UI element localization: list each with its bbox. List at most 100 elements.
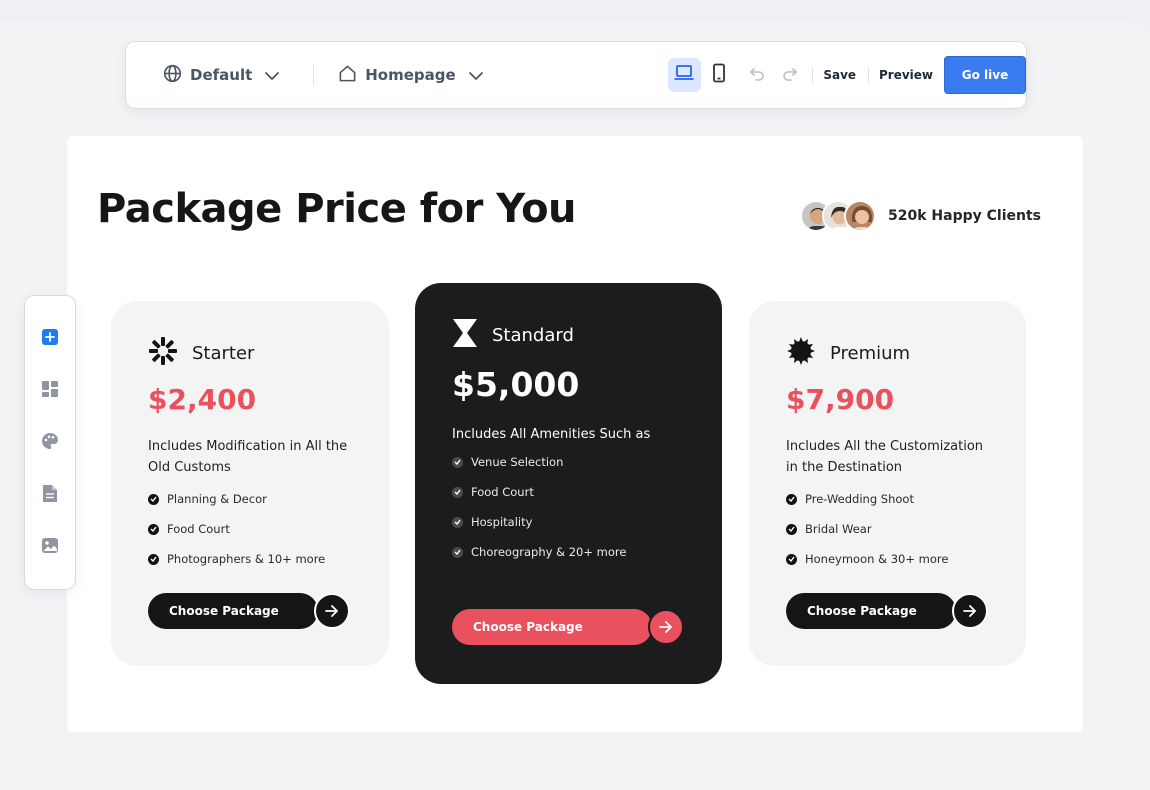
choose-package-button[interactable]: Choose Package	[786, 593, 988, 629]
clients-count-label: 520k Happy Clients	[888, 208, 1041, 224]
editor-toolbar: Default Homepage Save Preview Go live	[125, 41, 1027, 109]
list-item: Bridal Wear	[786, 514, 1026, 544]
image-icon	[41, 537, 59, 558]
card-price: $2,400	[148, 383, 257, 416]
chevron-down-icon	[264, 66, 280, 85]
check-icon	[786, 553, 797, 565]
feature-label: Food Court	[471, 485, 534, 499]
card-price: $7,900	[786, 383, 895, 416]
page-content: Package Price for You 520k Happy Clients…	[67, 136, 1083, 732]
add-block-icon	[41, 328, 59, 350]
hourglass-icon	[452, 318, 478, 352]
site-selector-label: Default	[190, 66, 253, 84]
check-icon	[452, 456, 463, 468]
toolbar-divider	[313, 64, 315, 86]
app-frame: Default Homepage Save Preview Go live Pa…	[0, 0, 1150, 790]
layout-button[interactable]	[39, 381, 61, 401]
check-icon	[148, 523, 159, 535]
feature-label: Food Court	[167, 522, 230, 536]
pricing-card-starter: Starter $2,400 Includes Modification in …	[111, 301, 389, 666]
check-icon	[452, 546, 463, 558]
card-header: Starter	[148, 337, 389, 369]
card-header: Premium	[786, 337, 1026, 369]
editor-sidebar	[24, 295, 76, 590]
list-item: Planning & Decor	[148, 484, 389, 514]
pricing-card-standard: Standard $5,000 Includes All Amenities S…	[415, 283, 722, 684]
sun-badge-icon	[786, 336, 816, 370]
document-icon	[42, 484, 58, 507]
check-icon	[148, 493, 159, 505]
undo-button[interactable]	[740, 58, 773, 92]
feature-label: Planning & Decor	[167, 492, 267, 506]
check-icon	[452, 486, 463, 498]
pricing-card-premium: Premium $7,900 Includes All the Customiz…	[749, 301, 1026, 666]
feature-label: Hospitality	[471, 515, 533, 529]
list-item: Pre-Wedding Shoot	[786, 484, 1026, 514]
page-selector-label: Homepage	[365, 66, 456, 84]
check-icon	[786, 523, 797, 535]
list-item: Choreography & 20+ more	[452, 537, 722, 567]
feature-list: Pre-Wedding Shoot Bridal Wear Honeymoon …	[786, 484, 1026, 574]
preview-button[interactable]: Preview	[879, 68, 933, 82]
list-item: Food Court	[148, 514, 389, 544]
choose-package-button[interactable]: Choose Package	[452, 609, 684, 645]
chevron-down-icon	[468, 66, 484, 85]
choose-package-label: Choose Package	[452, 609, 652, 645]
go-live-button[interactable]: Go live	[944, 56, 1026, 94]
check-icon	[786, 493, 797, 505]
card-description: Includes All the Customization in the De…	[786, 439, 984, 475]
toolbar-divider	[868, 66, 869, 84]
desktop-view-button[interactable]	[667, 58, 701, 92]
feature-label: Bridal Wear	[805, 522, 872, 536]
save-button[interactable]: Save	[823, 68, 856, 82]
card-description: Includes All Amenities Such as	[452, 427, 651, 442]
pages-button[interactable]	[39, 484, 61, 507]
choose-package-label: Choose Package	[148, 593, 318, 629]
feature-list: Venue Selection Food Court Hospitality C…	[452, 447, 722, 567]
list-item: Food Court	[452, 477, 722, 507]
feature-label: Choreography & 20+ more	[471, 545, 627, 559]
globe-icon	[163, 64, 182, 87]
card-name: Premium	[830, 342, 911, 364]
feature-label: Photographers & 10+ more	[167, 552, 326, 566]
choose-package-button[interactable]: Choose Package	[148, 593, 350, 629]
mobile-view-button[interactable]	[703, 58, 736, 92]
list-item: Hospitality	[452, 507, 722, 537]
happy-clients: 520k Happy Clients	[800, 200, 1041, 232]
card-price: $5,000	[452, 365, 580, 404]
redo-icon	[782, 66, 798, 85]
page-title: Package Price for You	[97, 186, 577, 232]
toolbar-divider	[812, 66, 814, 84]
arrow-right-icon	[648, 609, 684, 645]
arrow-right-icon	[952, 593, 988, 629]
card-header: Standard	[452, 319, 722, 351]
add-block-button[interactable]	[39, 329, 61, 349]
undo-icon	[749, 66, 765, 85]
media-button[interactable]	[39, 537, 61, 557]
layout-icon	[41, 380, 59, 402]
home-icon	[338, 64, 357, 87]
feature-label: Pre-Wedding Shoot	[805, 492, 914, 506]
feature-label: Venue Selection	[471, 455, 564, 469]
feature-list: Planning & Decor Food Court Photographer…	[148, 484, 389, 574]
avatar	[844, 200, 877, 232]
site-selector[interactable]: Default	[163, 64, 280, 87]
starburst-icon	[148, 336, 178, 370]
client-avatars	[800, 200, 877, 232]
check-icon	[452, 516, 463, 528]
redo-button[interactable]	[773, 58, 806, 92]
card-name: Standard	[492, 324, 574, 346]
list-item: Venue Selection	[452, 447, 722, 477]
choose-package-label: Choose Package	[786, 593, 956, 629]
feature-label: Honeymoon & 30+ more	[805, 552, 949, 566]
theme-button[interactable]	[39, 433, 61, 453]
list-item: Honeymoon & 30+ more	[786, 544, 1026, 574]
mobile-icon	[712, 63, 726, 87]
card-name: Starter	[192, 342, 255, 364]
list-item: Photographers & 10+ more	[148, 544, 389, 574]
laptop-icon	[673, 64, 695, 86]
arrow-right-icon	[314, 593, 350, 629]
palette-icon	[41, 432, 59, 454]
card-description: Includes Modification in All the Old Cus…	[148, 439, 348, 475]
page-selector[interactable]: Homepage	[338, 64, 483, 87]
